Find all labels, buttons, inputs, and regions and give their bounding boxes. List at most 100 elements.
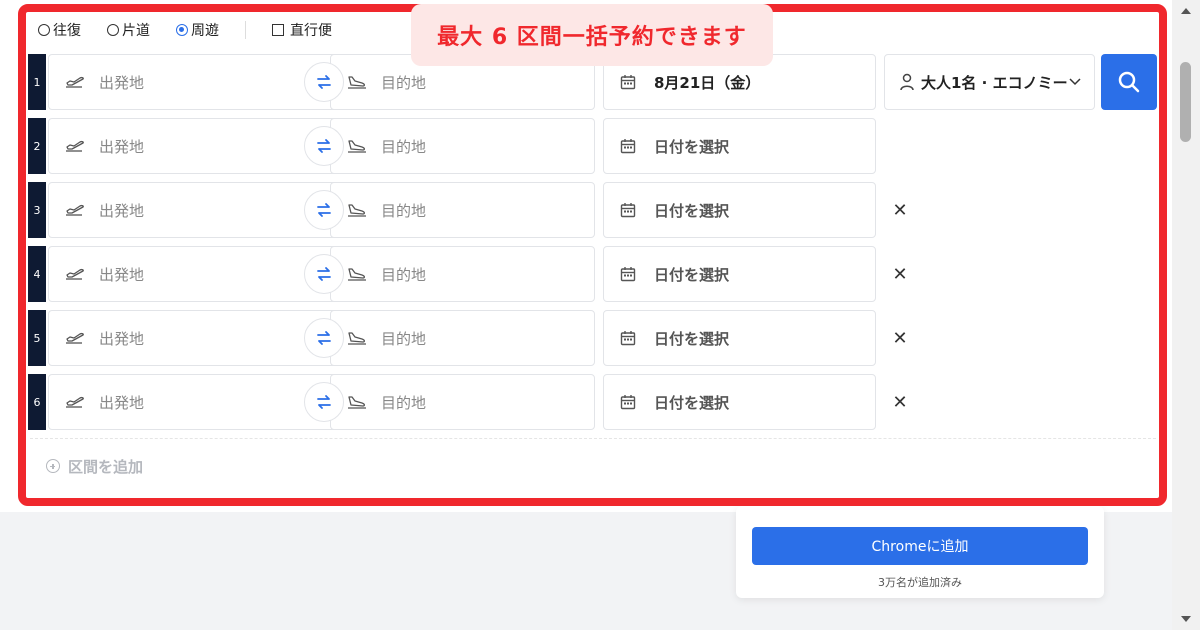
calendar-icon (620, 202, 642, 218)
plane-takeoff-icon (65, 331, 87, 345)
destination-placeholder: 目的地 (381, 329, 427, 348)
passenger-cabin-value: 大人1名 · エコノミー (921, 73, 1068, 92)
date-value: 日付を選択 (654, 201, 730, 220)
date-input[interactable]: 日付を選択 (603, 182, 876, 238)
plane-takeoff-icon (65, 75, 87, 89)
chrome-extension-card: Chromeに追加 3万名が追加済み (736, 506, 1104, 598)
chevron-down-icon (1068, 75, 1082, 93)
trip-type-multicity[interactable]: 周遊 (176, 20, 219, 40)
radio-multicity[interactable] (176, 24, 188, 36)
add-segment-label: 区間を追加 (68, 457, 144, 476)
swap-icon (315, 138, 333, 154)
close-icon: ✕ (892, 199, 908, 221)
date-value: 8月21日（金） (654, 73, 761, 92)
segment-row: 6 出発地 目的地 日付を選択 ✕ (28, 374, 928, 430)
date-input[interactable]: 日付を選択 (603, 246, 876, 302)
remove-segment-button[interactable]: ✕ (890, 263, 910, 285)
add-segment-button[interactable]: 区間を追加 (46, 456, 143, 476)
calendar-icon (620, 138, 642, 154)
swap-icon (315, 330, 333, 346)
chrome-install-count: 3万名が追加済み (878, 576, 962, 589)
segment-number: 3 (28, 182, 46, 238)
checkbox-nonstop[interactable] (272, 24, 284, 36)
plane-landing-icon (347, 203, 369, 217)
remove-segment-button[interactable]: ✕ (890, 327, 910, 349)
swap-button[interactable] (304, 318, 344, 358)
segment-number: 2 (28, 118, 46, 174)
date-value: 日付を選択 (654, 137, 730, 156)
trip-type-label: 周遊 (191, 23, 219, 39)
trip-type-label: 往復 (53, 23, 81, 39)
segment-row: 2 出発地 目的地 日付を選択 (28, 118, 928, 174)
date-input[interactable]: 日付を選択 (603, 374, 876, 430)
close-icon: ✕ (892, 263, 908, 285)
callout-banner: 最大 6 区間一括予約できます (411, 4, 773, 66)
swap-button[interactable] (304, 254, 344, 294)
search-button[interactable] (1101, 54, 1157, 110)
divider (30, 438, 1156, 439)
scrollbar[interactable] (1172, 0, 1200, 630)
plane-landing-icon (347, 331, 369, 345)
swap-button[interactable] (304, 190, 344, 230)
trip-type-label: 片道 (122, 23, 150, 39)
destination-input[interactable]: 目的地 (330, 310, 595, 366)
plane-landing-icon (347, 267, 369, 281)
scroll-down-icon[interactable] (1181, 616, 1191, 622)
plane-takeoff-icon (65, 267, 87, 281)
date-value: 日付を選択 (654, 265, 730, 284)
swap-button[interactable] (304, 126, 344, 166)
remove-segment-button[interactable]: ✕ (890, 199, 910, 221)
trip-type-roundtrip[interactable]: 往復 (38, 20, 81, 40)
swap-button[interactable] (304, 62, 344, 102)
origin-placeholder: 出発地 (99, 393, 145, 412)
destination-input[interactable]: 目的地 (330, 374, 595, 430)
destination-placeholder: 目的地 (381, 393, 427, 412)
origin-placeholder: 出発地 (99, 73, 145, 92)
destination-placeholder: 目的地 (381, 73, 427, 92)
origin-placeholder: 出発地 (99, 329, 145, 348)
destination-input[interactable]: 目的地 (330, 118, 595, 174)
segment-row: 4 出発地 目的地 日付を選択 ✕ (28, 246, 928, 302)
remove-segment-button[interactable]: ✕ (890, 392, 910, 413)
origin-placeholder: 出発地 (99, 265, 145, 284)
calendar-icon (620, 74, 642, 90)
swap-icon (315, 202, 333, 218)
add-to-chrome-button[interactable]: Chromeに追加 (752, 527, 1088, 565)
destination-placeholder: 目的地 (381, 201, 427, 220)
segment-number: 5 (28, 310, 46, 366)
segment-row: 3 出発地 目的地 日付を選択 ✕ (28, 182, 928, 238)
trip-type-selector: 往復 片道 周遊 直行便 (38, 20, 358, 40)
search-icon (1118, 71, 1140, 93)
destination-placeholder: 目的地 (381, 137, 427, 156)
close-icon: ✕ (892, 327, 908, 349)
plus-circle-icon (46, 459, 60, 473)
plane-takeoff-icon (65, 203, 87, 217)
date-input[interactable]: 日付を選択 (603, 118, 876, 174)
nonstop-checkbox[interactable]: 直行便 (272, 20, 332, 40)
swap-icon (315, 74, 333, 90)
origin-placeholder: 出発地 (99, 137, 145, 156)
scroll-thumb[interactable] (1180, 62, 1191, 142)
origin-placeholder: 出発地 (99, 201, 145, 220)
destination-input[interactable]: 目的地 (330, 246, 595, 302)
scroll-up-icon[interactable] (1181, 8, 1191, 14)
divider (245, 21, 246, 39)
radio-roundtrip[interactable] (38, 24, 50, 36)
segment-number: 1 (28, 54, 46, 110)
passenger-cabin-select[interactable]: 大人1名 · エコノミー (884, 54, 1095, 110)
calendar-icon (620, 330, 642, 346)
person-icon (899, 73, 915, 91)
trip-type-oneway[interactable]: 片道 (107, 20, 150, 40)
swap-button[interactable] (304, 382, 344, 422)
plane-takeoff-icon (65, 395, 87, 409)
plane-takeoff-icon (65, 139, 87, 153)
calendar-icon (620, 394, 642, 410)
segment-number: 6 (28, 374, 46, 430)
destination-input[interactable]: 目的地 (330, 182, 595, 238)
segment-row: 5 出発地 目的地 日付を選択 ✕ (28, 310, 928, 366)
segment-number: 4 (28, 246, 46, 302)
date-input[interactable]: 日付を選択 (603, 310, 876, 366)
nonstop-label: 直行便 (290, 23, 332, 39)
plane-landing-icon (347, 139, 369, 153)
radio-oneway[interactable] (107, 24, 119, 36)
